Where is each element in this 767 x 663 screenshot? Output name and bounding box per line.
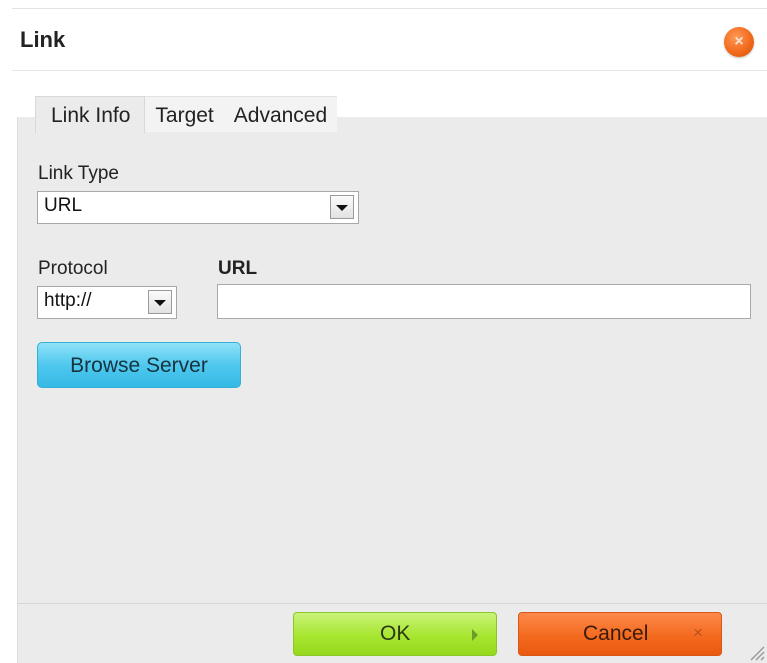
- x-icon: ×: [693, 623, 703, 642]
- protocol-label: Protocol: [38, 258, 108, 279]
- tab-advanced[interactable]: Advanced: [223, 96, 338, 132]
- link-dialog: Link × Link Info Target Advanced Link Ty…: [0, 0, 767, 663]
- protocol-value: http://: [44, 290, 92, 311]
- url-input[interactable]: [217, 284, 751, 319]
- link-type-label: Link Type: [38, 163, 119, 184]
- link-type-select[interactable]: URL: [37, 191, 359, 224]
- protocol-select[interactable]: http://: [37, 286, 177, 319]
- dialog-title: Link: [20, 27, 66, 52]
- resize-grip-icon[interactable]: [748, 644, 765, 661]
- cancel-label: Cancel: [583, 622, 649, 645]
- chevron-down-icon[interactable]: [148, 290, 172, 314]
- tab-target[interactable]: Target: [145, 96, 224, 132]
- cancel-button[interactable]: Cancel ×: [518, 612, 722, 656]
- url-label: URL: [218, 258, 258, 279]
- ok-label: OK: [380, 622, 411, 645]
- tab-link-info[interactable]: Link Info: [35, 96, 146, 133]
- ok-button[interactable]: OK: [293, 612, 497, 656]
- browse-server-button[interactable]: Browse Server: [37, 342, 241, 388]
- dialog-title-bar: Link ×: [12, 9, 767, 71]
- footer-divider: [17, 603, 767, 604]
- tab-bar: Link Info Target Advanced: [35, 96, 338, 133]
- close-icon[interactable]: ×: [724, 27, 754, 57]
- link-type-value: URL: [44, 195, 83, 216]
- chevron-down-icon[interactable]: [330, 195, 354, 219]
- play-arrow-icon: [472, 629, 478, 641]
- close-button[interactable]: ×: [724, 27, 754, 57]
